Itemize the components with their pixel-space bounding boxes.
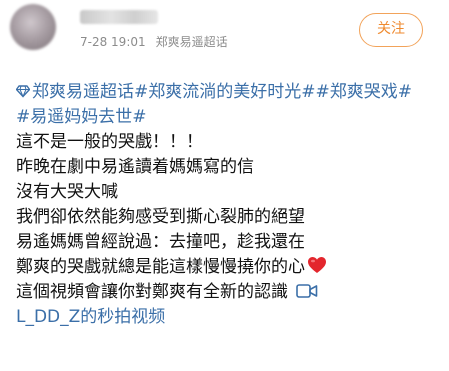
topic-link[interactable]: #易遥妈妈去世# bbox=[16, 107, 147, 127]
post-content: 郑爽易遥超话#郑爽流淌的美好时光##郑爽哭戏# #易遥妈妈去世# 這不是一般的哭… bbox=[16, 80, 441, 330]
text-line: 易遙媽媽曾經說過：去撞吧，趁我還在 bbox=[16, 232, 305, 252]
video-link-line: L_DD_Z的秒拍视频 bbox=[16, 305, 441, 330]
video-link[interactable]: L_DD_Z的秒拍视频 bbox=[16, 307, 165, 327]
post-meta: 7-28 19:01 郑爽易遥超话 bbox=[80, 33, 228, 50]
topics-line: #易遥妈妈去世# bbox=[16, 105, 441, 130]
weibo-post-card: 7-28 19:01 郑爽易遥超话 关注 郑爽易遥超话#郑爽流淌的美好时光##郑爽… bbox=[0, 0, 449, 371]
text-line: 我們卻依然能夠感受到撕心裂肺的絕望 bbox=[16, 207, 305, 227]
topic-link[interactable]: #郑爽流淌的美好时光# bbox=[134, 82, 316, 102]
text-line: 這個視頻會讓你對鄭爽有全新的認識 bbox=[16, 282, 288, 302]
text-line: 鄭爽的哭戲就總是能這樣慢慢撓你的心 bbox=[16, 257, 305, 277]
video-icon[interactable] bbox=[296, 283, 318, 299]
topic-link[interactable]: #郑爽哭戏# bbox=[316, 82, 413, 102]
heart-icon bbox=[308, 257, 326, 273]
super-topic-link[interactable]: 郑爽易遥超话 bbox=[32, 82, 134, 102]
text-line: 這不是一般的哭戲！！！ bbox=[16, 132, 203, 152]
super-topic-diamond-icon bbox=[16, 85, 30, 98]
text-line: 沒有大哭大喊 bbox=[16, 182, 118, 202]
text-line-with-video: 這個視頻會讓你對鄭爽有全新的認識 bbox=[16, 280, 441, 305]
post-source[interactable]: 郑爽易遥超话 bbox=[156, 35, 228, 49]
text-line: 昨晚在劇中易遙讀着媽媽寫的信 bbox=[16, 157, 254, 177]
topics-line: 郑爽易遥超话#郑爽流淌的美好时光##郑爽哭戏# bbox=[16, 80, 441, 105]
username[interactable] bbox=[80, 10, 158, 24]
post-time: 7-28 19:01 bbox=[80, 35, 146, 49]
avatar[interactable] bbox=[10, 4, 56, 50]
text-line-with-heart: 鄭爽的哭戲就總是能這樣慢慢撓你的心 bbox=[16, 255, 441, 280]
follow-button[interactable]: 关注 bbox=[359, 13, 423, 47]
